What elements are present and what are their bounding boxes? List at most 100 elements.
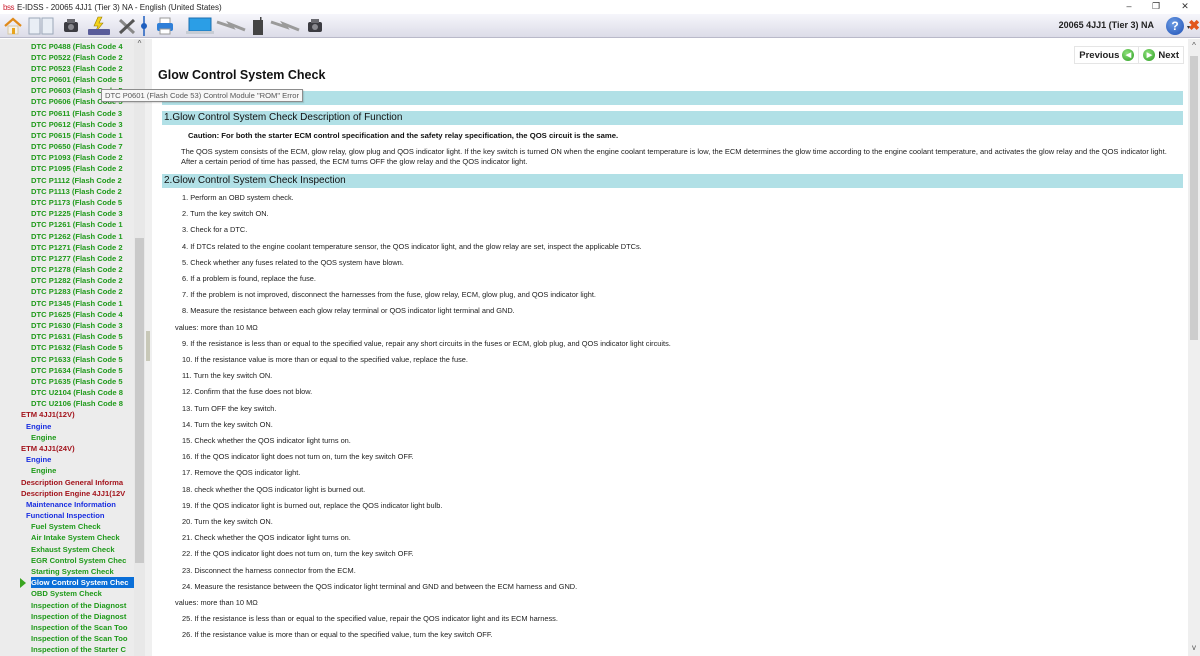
tree-item[interactable]: Engine — [31, 465, 134, 476]
tree-item[interactable]: DTC P1225 (Flash Code 3 — [31, 208, 134, 219]
manual-button[interactable] — [28, 16, 54, 36]
tree-item[interactable]: Inspection of the Scan Too — [31, 622, 134, 633]
home-button[interactable] — [2, 16, 24, 36]
tree-item[interactable]: DTC P0612 (Flash Code 3 — [31, 119, 134, 130]
tree-item[interactable]: DTC P1112 (Flash Code 2 — [31, 175, 134, 186]
tree-item[interactable]: Air Intake System Check — [31, 532, 134, 543]
spec-values: values: more than 10 MΩ — [175, 598, 258, 607]
tree-item[interactable]: Engine — [26, 454, 134, 465]
tree-item[interactable]: Description General Informa — [21, 477, 134, 488]
toolbar: 20065 4JJ1 (Tier 3) NA ? ▾ ✖ — [0, 14, 1200, 38]
print-button[interactable] — [154, 16, 176, 36]
tree-item[interactable]: DTC U2104 (Flash Code 8 — [31, 387, 134, 398]
tree-item[interactable]: Inspection of the Starter C — [31, 644, 134, 655]
tree-item[interactable]: Inspection of the Diagnost — [31, 611, 134, 622]
tree-item[interactable]: Maintenance Information — [26, 499, 134, 510]
tree-item[interactable]: DTC P1631 (Flash Code 5 — [31, 331, 134, 342]
tree-scrollbar[interactable]: ^ — [134, 39, 145, 656]
inspection-step: 13. Turn OFF the key switch. — [182, 403, 277, 413]
tree-item[interactable]: DTC P1283 (Flash Code 2 — [31, 286, 134, 297]
laptop-button[interactable] — [186, 16, 214, 36]
tree-item[interactable]: Engine — [26, 421, 134, 432]
tree-item[interactable]: Description Engine 4JJ1(12V — [21, 488, 134, 499]
tree-item[interactable]: Functional Inspection — [26, 510, 134, 521]
document-scrollbar-thumb[interactable] — [1190, 56, 1198, 340]
inspection-step: 3. Check for a DTC. — [182, 225, 248, 235]
inspection-step: 26. If the resistance value is more than… — [182, 630, 493, 640]
inspection-step: 20. Turn the key switch ON. — [182, 517, 273, 526]
tree-item[interactable]: OBD System Check — [31, 588, 134, 599]
separator-pin — [138, 16, 150, 36]
home-icon — [4, 17, 22, 35]
tree-item[interactable]: ETM 4JJ1(12V) — [21, 409, 134, 420]
tree-item[interactable]: Exhaust System Check — [31, 544, 134, 555]
refresh-button[interactable] — [86, 16, 112, 36]
tree-item[interactable]: DTC P1093 (Flash Code 2 — [31, 152, 134, 163]
tree-item[interactable]: ETM 4JJ1(24V) — [21, 443, 134, 454]
engine-button[interactable] — [60, 16, 82, 36]
splitter-grip[interactable] — [146, 331, 150, 361]
tree-item[interactable]: DTC P0523 (Flash Code 2 — [31, 63, 134, 74]
document-pane: Previous ◀ ▶ Next Glow Control System Ch… — [152, 39, 1188, 656]
tools-button[interactable] — [116, 16, 138, 36]
previous-button[interactable]: Previous ◀ — [1075, 47, 1140, 63]
tree-item[interactable]: Fuel System Check — [31, 521, 134, 532]
tree-item[interactable]: DTC P0650 (Flash Code 7 — [31, 141, 134, 152]
exit-button[interactable]: ✖ — [1188, 18, 1200, 32]
next-button[interactable]: ▶ Next — [1139, 47, 1183, 63]
inspection-step: 24. Measure the resistance between the Q… — [182, 581, 578, 591]
tree-item[interactable]: DTC P0601 (Flash Code 5 — [31, 74, 134, 85]
tree-item[interactable]: DTC P1278 (Flash Code 2 — [31, 264, 134, 275]
tree-item[interactable]: DTC P1277 (Flash Code 2 — [31, 253, 134, 264]
tree-item[interactable]: Inspection of the Scan Too — [31, 633, 134, 644]
inspection-step: 7. If the problem is not improved, disco… — [182, 290, 596, 300]
tree-item[interactable]: DTC P1630 (Flash Code 3 — [31, 320, 134, 331]
tree-item[interactable]: DTC P1261 (Flash Code 1 — [31, 219, 134, 230]
tree-item[interactable]: DTC P1345 (Flash Code 1 — [31, 298, 134, 309]
tree-item[interactable]: DTC U2106 (Flash Code 8 — [31, 398, 134, 409]
navigation-tree: DTC P0488 (Flash Code 4 DTC P0522 (Flash … — [0, 39, 145, 656]
tree-item[interactable]: Starting System Check — [31, 566, 134, 577]
tree-item[interactable]: DTC P0611 (Flash Code 3 — [31, 108, 134, 119]
tree-item[interactable]: DTC P1262 (Flash Code 1 — [31, 231, 134, 242]
arrow-right-icon: ▶ — [1143, 49, 1156, 61]
function-description: The QOS system consists of the ECM, glow… — [181, 147, 1167, 166]
tree-item[interactable]: DTC P1113 (Flash Code 2 — [31, 186, 134, 197]
scroll-up-arrow[interactable]: ^ — [134, 39, 145, 48]
tree-item[interactable]: DTC P0615 (Flash Code 1 — [31, 130, 134, 141]
tree-scrollbar-thumb[interactable] — [135, 238, 144, 563]
tree-item[interactable]: DTC P1634 (Flash Code 5 — [31, 365, 134, 376]
tree-item[interactable]: Glow Control System Chec — [31, 577, 134, 589]
scroll-up-arrow[interactable]: ^ — [1188, 41, 1200, 50]
tree-item[interactable]: DTC P1282 (Flash Code 2 — [31, 275, 134, 286]
tree-item[interactable]: DTC P1633 (Flash Code 5 — [31, 354, 134, 365]
section-1-header: 1.Glow Control System Check Description … — [162, 111, 1183, 125]
tree-item[interactable]: DTC P0488 (Flash Code 4 — [31, 41, 134, 52]
tree-item[interactable]: DTC P1173 (Flash Code 5 — [31, 197, 134, 208]
tree-item[interactable]: DTC P1625 (Flash Code 4 — [31, 309, 134, 320]
engine-status-button[interactable] — [304, 16, 326, 36]
tree-item[interactable]: DTC P1635 (Flash Code 5 — [31, 376, 134, 387]
inspection-step: 1. Perform an OBD system check. — [182, 193, 294, 202]
tree-item[interactable]: EGR Control System Chec — [31, 555, 134, 566]
interface-button[interactable] — [250, 16, 266, 36]
help-button[interactable]: ? — [1166, 17, 1184, 35]
tree-item[interactable]: DTC P1271 (Flash Code 2 — [31, 242, 134, 253]
tree-item[interactable]: Inspection of the Diagnost — [31, 600, 134, 611]
document-scrollbar[interactable]: ^ v — [1188, 39, 1200, 656]
tree-item[interactable]: DTC P0522 (Flash Code 2 — [31, 52, 134, 63]
page-navigation: Previous ◀ ▶ Next — [1074, 46, 1184, 64]
tree-item[interactable]: DTC P1632 (Flash Code 5 — [31, 342, 134, 353]
tree-item[interactable]: Engine — [31, 432, 134, 443]
panel-splitter[interactable] — [145, 39, 152, 656]
inspection-step: 2. Turn the key switch ON. — [182, 209, 269, 219]
selected-arrow-icon — [20, 577, 26, 588]
window-close-button[interactable]: ✕ — [1174, 0, 1196, 14]
restore-button[interactable]: ❐ — [1145, 0, 1167, 14]
inspection-step: 15. Check whether the QOS indicator ligh… — [182, 436, 351, 445]
book-icon — [28, 17, 54, 35]
tree-item[interactable]: DTC P1095 (Flash Code 2 — [31, 163, 134, 174]
minimize-button[interactable]: – — [1118, 0, 1140, 14]
printer-icon — [157, 17, 173, 35]
scroll-down-arrow[interactable]: v — [1188, 643, 1200, 652]
